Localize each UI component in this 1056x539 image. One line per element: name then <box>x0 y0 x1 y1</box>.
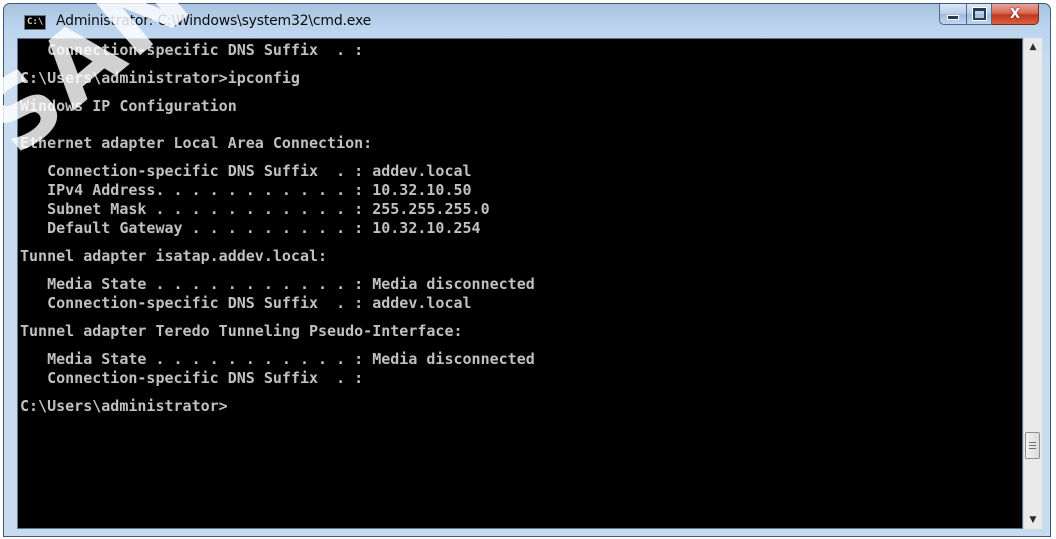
console-line: Tunnel adapter isatap.addev.local: <box>20 247 328 265</box>
console-line: Default Gateway . . . . . . . . . : 10.3… <box>20 219 481 237</box>
console-output: Connection-specific DNS Suffix . : C:\Use… <box>20 41 535 416</box>
console-line: Connection-specific DNS Suffix . : <box>20 369 364 387</box>
window-controls: X <box>939 4 1039 25</box>
console-line: Windows IP Configuration <box>20 97 237 115</box>
close-icon: X <box>1009 6 1021 22</box>
console-line: Subnet Mask . . . . . . . . . . . : 255.… <box>20 200 490 218</box>
scroll-up-icon: ▲ <box>1029 42 1037 52</box>
grip-line <box>1029 442 1036 443</box>
vertical-scrollbar[interactable]: ▲ ▼ <box>1023 38 1042 529</box>
window-title: Administrator: C:\Windows\system32\cmd.e… <box>56 13 372 29</box>
console-line: Media State . . . . . . . . . . . : Medi… <box>20 350 535 368</box>
console-line: C:\Users\administrator>ipconfig <box>20 69 300 87</box>
minimize-button[interactable] <box>939 4 966 25</box>
console-window: C:\ Administrator: C:\Windows\system32\c… <box>3 3 1051 537</box>
title-bar[interactable]: C:\ Administrator: C:\Windows\system32\c… <box>4 4 1050 38</box>
maximize-button[interactable] <box>966 4 992 25</box>
console-line: Connection-specific DNS Suffix . : addev… <box>20 162 472 180</box>
close-button[interactable]: X <box>992 4 1039 25</box>
console-line: C:\Users\administrator> <box>20 397 228 415</box>
console-line: Connection-specific DNS Suffix . : addev… <box>20 294 472 312</box>
scroll-down-button[interactable]: ▼ <box>1024 511 1042 529</box>
scroll-up-button[interactable]: ▲ <box>1024 38 1042 56</box>
maximize-icon <box>971 7 987 21</box>
console-line: IPv4 Address. . . . . . . . . . . : 10.3… <box>20 181 472 199</box>
console-line: Tunnel adapter Teredo Tunneling Pseudo-I… <box>20 322 463 340</box>
console-area[interactable]: Connection-specific DNS Suffix . : C:\Use… <box>17 38 1023 529</box>
console-line: Connection-specific DNS Suffix . : <box>20 41 364 59</box>
scroll-thumb[interactable] <box>1025 432 1040 459</box>
console-line: Ethernet adapter Local Area Connection: <box>20 134 373 152</box>
scroll-down-icon: ▼ <box>1029 515 1037 525</box>
console-line: Media State . . . . . . . . . . . : Medi… <box>20 275 535 293</box>
cmd-app-icon[interactable]: C:\ <box>24 15 46 30</box>
grip-line <box>1029 445 1036 446</box>
grip-line <box>1029 448 1036 449</box>
minimize-icon <box>947 15 959 20</box>
